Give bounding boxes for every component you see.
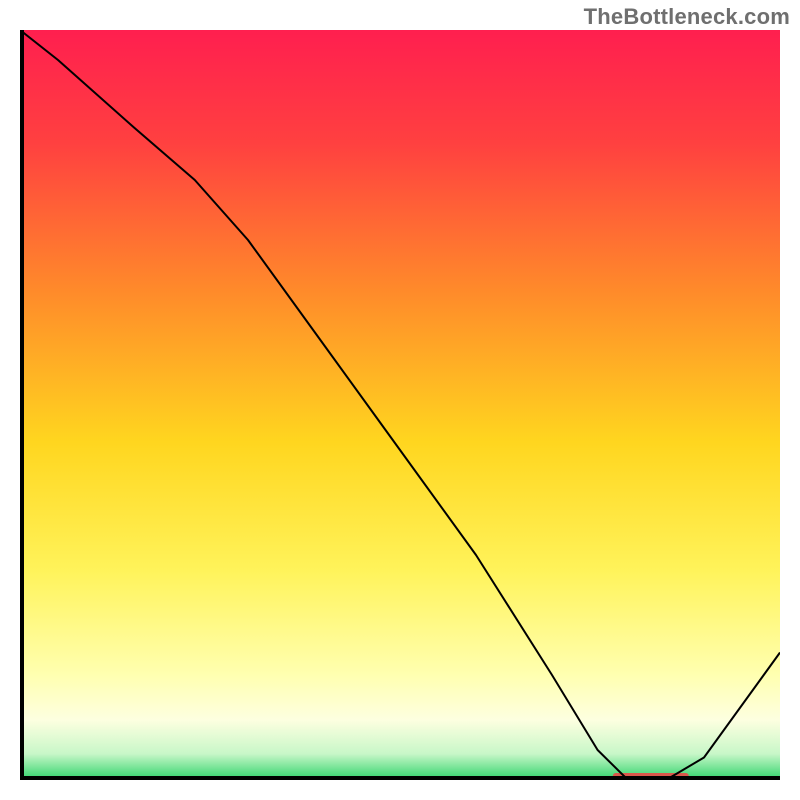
plot-area <box>20 30 780 780</box>
attribution-text: TheBottleneck.com <box>584 4 790 30</box>
chart-svg <box>20 30 780 780</box>
gradient-background <box>20 30 780 780</box>
chart-container: TheBottleneck.com <box>0 0 800 800</box>
